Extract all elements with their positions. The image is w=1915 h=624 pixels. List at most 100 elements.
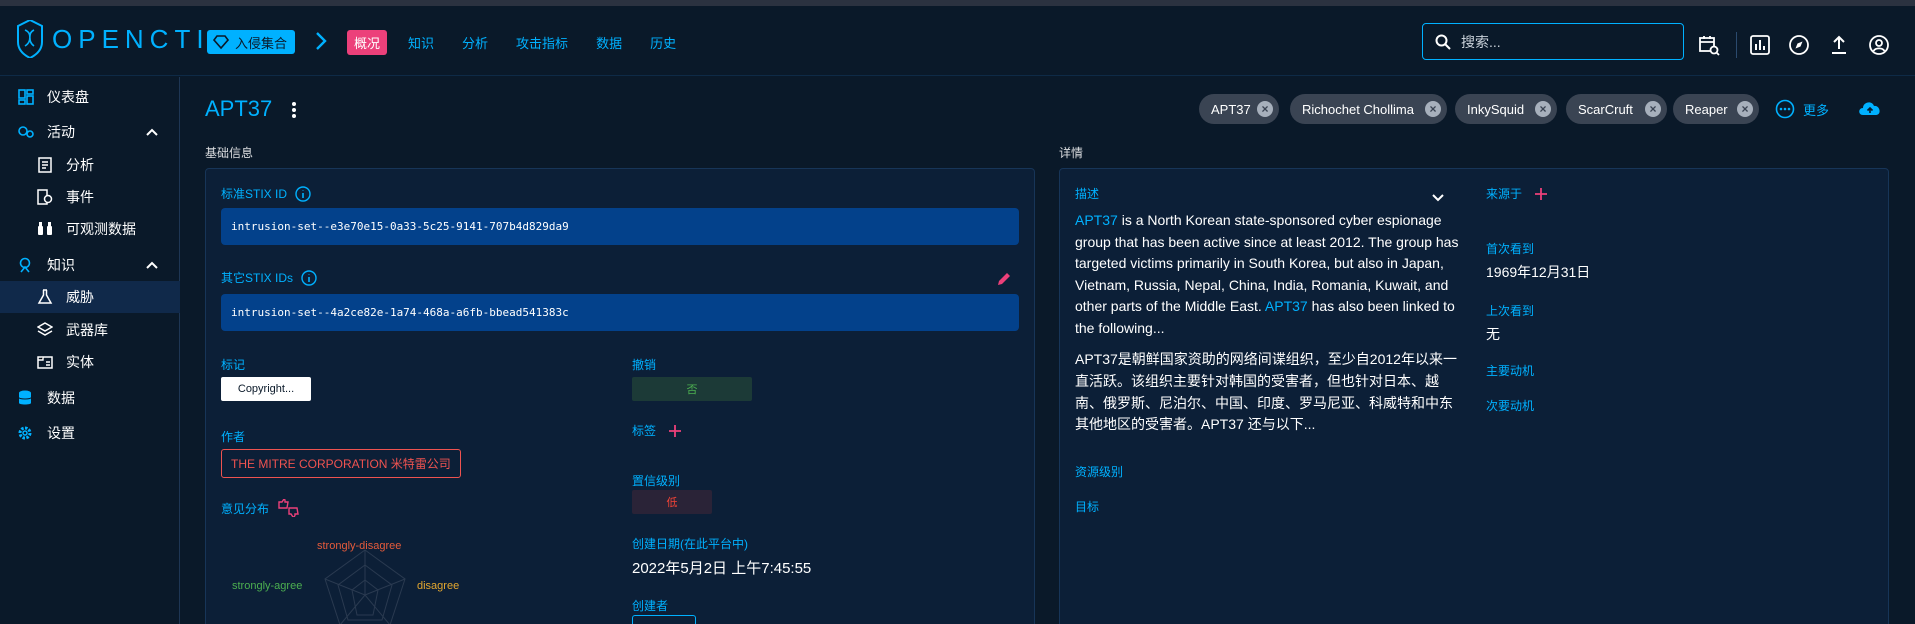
sidebar-item-knowledge[interactable]: 知识 [0, 249, 180, 281]
breadcrumb-chevron-icon [314, 30, 328, 58]
description-link[interactable]: APT37 [1075, 212, 1118, 228]
more-label: 更多 [1803, 102, 1830, 118]
alias-chip[interactable]: ScarCruft × [1566, 94, 1667, 124]
description-link[interactable]: APT37 [1265, 298, 1308, 314]
more-vert-icon[interactable] [290, 100, 298, 120]
alias-chip[interactable]: Richochet Chollima × [1290, 94, 1447, 124]
user-account-icon[interactable] [1868, 34, 1890, 56]
other-stix-id-value[interactable]: intrusion-set--4a2ce82e-1a74-468a-a6fb-b… [221, 294, 1019, 331]
section-label-basic: 基础信息 [205, 146, 254, 160]
close-icon[interactable]: × [1645, 101, 1661, 117]
primary-motivation-label: 主要动机 [1486, 364, 1535, 378]
logo[interactable]: OPENCTI [14, 20, 210, 58]
page-title: APT37 [205, 96, 273, 121]
radar-label-strongly-agree: strongly-agree [232, 580, 302, 592]
sidebar-item-settings[interactable]: 设置 [0, 417, 180, 449]
opinion-label: 意见分布 [221, 501, 270, 516]
toolbar-divider [1736, 32, 1737, 58]
sidebar-item-label: 可观测数据 [66, 221, 136, 237]
flask-icon [37, 289, 53, 304]
creator-label: 创建者 [632, 599, 669, 613]
add-source-icon[interactable] [1534, 187, 1548, 201]
tab-analysis[interactable]: 分析 [455, 30, 495, 55]
gear-icon [18, 426, 32, 440]
sidebar-item-label: 威胁 [66, 289, 94, 305]
sidebar-item-label: 数据 [47, 390, 75, 406]
goals-label: 目标 [1075, 500, 1100, 514]
marking-chip[interactable]: Copyright... [221, 377, 311, 401]
stix-id-value[interactable]: intrusion-set--e3e70e15-0a33-5c25-9141-7… [221, 208, 1019, 245]
sidebar-item-threats[interactable]: 威胁 [0, 281, 180, 313]
sourced-from-row: 来源于 [1486, 185, 1548, 202]
cloud-upload-icon[interactable] [1857, 98, 1883, 118]
secondary-motivation-label: 次要动机 [1486, 399, 1535, 413]
alias-chip[interactable]: InkySquid × [1455, 94, 1557, 124]
close-icon[interactable]: × [1535, 101, 1551, 117]
alias-label: InkySquid [1467, 101, 1525, 117]
last-seen-label: 上次看到 [1486, 304, 1535, 318]
sourced-from-label: 来源于 [1486, 187, 1523, 201]
more-horiz-icon [1775, 99, 1795, 119]
more-aliases-button[interactable]: 更多 [1775, 99, 1829, 119]
alias-label: Reaper [1685, 101, 1728, 117]
alias-chip[interactable]: Reaper × [1673, 94, 1759, 124]
logo-text: OPENCTI [52, 23, 210, 54]
sidebar-item-observations[interactable]: 可观测数据 [0, 213, 180, 245]
dashboard-icon [18, 89, 34, 105]
description-cn: APT37是朝鲜国家资助的网络间谍组织，至少自2012年以来一直活跃。该组织主要… [1075, 351, 1457, 433]
compass-icon[interactable] [1788, 34, 1810, 56]
calendar-search-icon[interactable] [1698, 34, 1720, 56]
close-icon[interactable]: × [1425, 101, 1441, 117]
dashboard-chart-icon[interactable] [1749, 34, 1771, 56]
search-icon [1435, 34, 1451, 50]
sidebar-item-analysis[interactable]: 分析 [0, 149, 180, 181]
opinion-radar-chart: strongly-disagree disagree strongly-agre… [232, 540, 459, 624]
sidebar-item-entities[interactable]: 实体 [0, 346, 180, 378]
upload-icon[interactable] [1828, 34, 1850, 56]
sidebar-item-label: 实体 [66, 354, 94, 370]
tab-overview[interactable]: 概况 [347, 30, 388, 55]
tab-history[interactable]: 历史 [643, 30, 683, 55]
binoculars-icon [38, 222, 52, 235]
marking-label: 标记 [221, 358, 246, 372]
close-icon[interactable]: × [1737, 101, 1753, 117]
opinion-label-row: 意见分布 [221, 499, 299, 517]
entity-type-badge[interactable]: 入侵集合 [207, 30, 296, 54]
close-icon[interactable]: × [1257, 101, 1273, 117]
add-label-icon[interactable] [668, 424, 682, 438]
tab-data[interactable]: 数据 [589, 30, 629, 55]
sidebar-item-activities[interactable]: 活动 [0, 116, 180, 148]
alias-chip[interactable]: APT37 × [1199, 94, 1279, 124]
creator-chip[interactable] [632, 615, 696, 624]
first-seen-label: 首次看到 [1486, 242, 1535, 256]
stix-id-label-row: 标准STIX ID [221, 185, 311, 202]
search-input[interactable] [1461, 33, 1661, 50]
edit-pencil-icon[interactable] [996, 271, 1012, 287]
diamond-icon [213, 35, 229, 50]
tab-indicators[interactable]: 攻击指标 [509, 30, 575, 55]
author-label: 作者 [221, 430, 246, 444]
sidebar-item-label: 事件 [66, 189, 94, 205]
author-chip[interactable]: THE MITRE CORPORATION 米特雷公司 [221, 449, 461, 478]
sidebar-item-label: 分析 [66, 157, 94, 173]
sidebar-item-arsenal[interactable]: 武器库 [0, 314, 180, 346]
resource-level-label: 资源级别 [1075, 465, 1124, 479]
tab-knowledge[interactable]: 知识 [401, 30, 441, 55]
alias-label: APT37 [1211, 101, 1251, 117]
sidebar-item-label: 仪表盘 [47, 89, 89, 105]
sidebar-item-events[interactable]: 事件 [0, 181, 180, 213]
database-icon [18, 390, 32, 405]
chevron-down-icon[interactable] [1431, 193, 1445, 203]
description-en: APT37 is a North Korean state-sponsored … [1075, 210, 1460, 339]
sidebar-item-dashboard[interactable]: 仪表盘 [0, 81, 180, 113]
search-box [1422, 23, 1684, 60]
info-icon[interactable] [295, 185, 311, 202]
top-bar: OPENCTI 入侵集合 概况 知识 分析 攻击指标 数据 历史 [0, 6, 1915, 76]
info-icon[interactable] [301, 269, 317, 286]
chevron-up-icon [146, 128, 158, 136]
entity-type-label: 入侵集合 [235, 35, 288, 51]
thumbs-up-down-icon[interactable] [277, 499, 299, 517]
sidebar-item-data[interactable]: 数据 [0, 382, 180, 414]
events-icon [37, 189, 53, 205]
last-seen-value: 无 [1486, 326, 1500, 342]
